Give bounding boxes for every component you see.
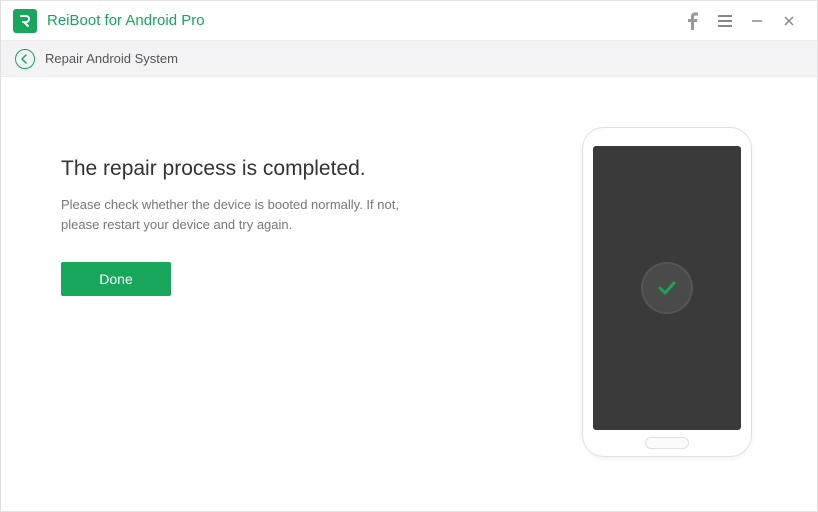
completion-subtext: Please check whether the device is boote…: [61, 195, 421, 234]
phone-home-button: [645, 437, 689, 449]
completion-heading: The repair process is completed.: [61, 157, 517, 181]
titlebar: ReiBoot for Android Pro: [1, 1, 817, 41]
app-title: ReiBoot for Android Pro: [47, 12, 205, 29]
subheader-bar: Repair Android System: [1, 41, 817, 77]
phone-screen: [593, 146, 741, 430]
facebook-icon[interactable]: [677, 1, 709, 41]
minimize-button[interactable]: [741, 1, 773, 41]
back-button[interactable]: [15, 49, 35, 69]
app-window: ReiBoot for Android Pro Repair Android S…: [0, 0, 818, 512]
phone-illustration: [582, 127, 752, 457]
close-button[interactable]: [773, 1, 805, 41]
menu-icon[interactable]: [709, 1, 741, 41]
success-check-icon: [641, 262, 693, 314]
subheader-title: Repair Android System: [45, 51, 178, 66]
content-left: The repair process is completed. Please …: [61, 127, 557, 481]
content-right: [557, 127, 777, 481]
done-button[interactable]: Done: [61, 262, 171, 296]
app-logo-icon: [13, 9, 37, 33]
content-area: The repair process is completed. Please …: [1, 77, 817, 511]
